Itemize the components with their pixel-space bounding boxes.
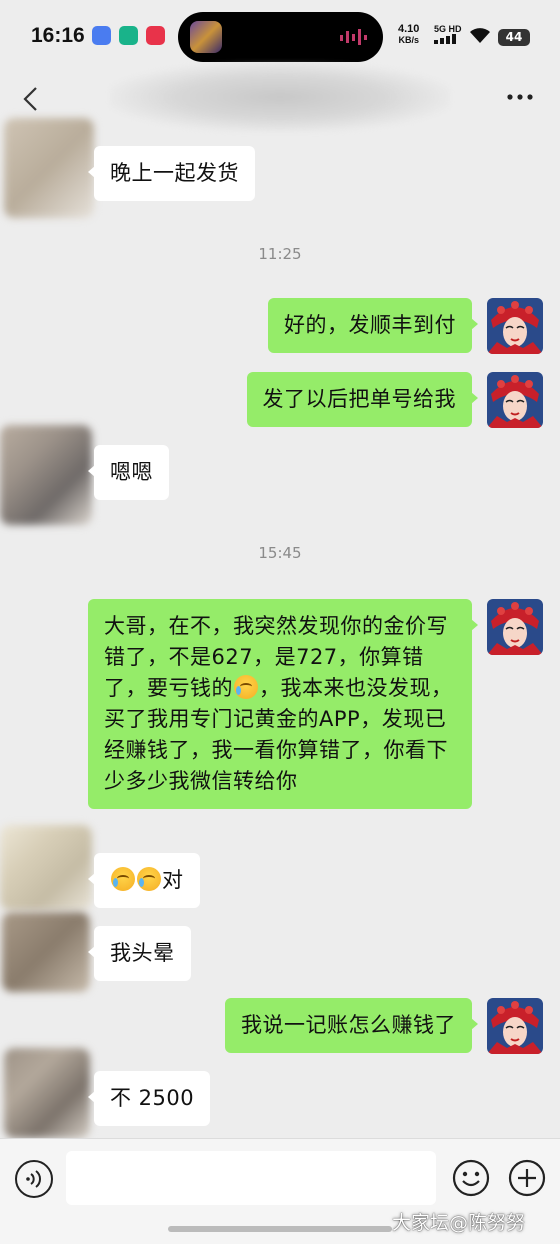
message-text: 我说一记账怎么赚钱了 bbox=[241, 1013, 456, 1037]
message-text: 不 2500 bbox=[110, 1086, 195, 1110]
self-avatar[interactable] bbox=[487, 372, 543, 428]
message-bubble[interactable]: 大哥，在不，我突然发现你的金价写错了，不是627，是727，你算错了，要亏钱的，… bbox=[88, 599, 478, 809]
app-notification-icon bbox=[92, 26, 111, 45]
contact-avatar[interactable] bbox=[4, 1048, 90, 1138]
battery-icon: 44 bbox=[498, 29, 530, 46]
message-text: 晚上一起发货 bbox=[110, 161, 239, 185]
message-input[interactable] bbox=[66, 1151, 436, 1205]
message-bubble[interactable]: 晚上一起发货 bbox=[88, 146, 255, 201]
app-notification-icon bbox=[119, 26, 138, 45]
opera-avatar-icon bbox=[487, 998, 543, 1054]
voice-icon[interactable] bbox=[15, 1160, 53, 1198]
dynamic-island[interactable] bbox=[178, 12, 383, 62]
network-speed: 4.10 KB/s bbox=[398, 24, 419, 46]
signal-icon bbox=[434, 34, 456, 44]
contact-avatar[interactable] bbox=[2, 912, 90, 992]
contact-avatar[interactable] bbox=[0, 825, 92, 910]
app-notification-icon bbox=[146, 26, 165, 45]
laugh-cry-emoji-icon bbox=[137, 867, 161, 891]
laugh-cry-emoji-icon bbox=[234, 675, 258, 699]
message-bubble[interactable]: 发了以后把单号给我 bbox=[246, 372, 478, 427]
message-text: 嗯嗯 bbox=[110, 460, 153, 484]
opera-avatar-icon bbox=[487, 298, 543, 354]
network-label: 5G HD bbox=[434, 24, 462, 34]
message-timestamp: 11:25 bbox=[258, 245, 302, 263]
self-avatar[interactable] bbox=[487, 998, 543, 1054]
voice-wave-icon bbox=[26, 1170, 41, 1188]
music-cover-icon bbox=[190, 21, 222, 53]
more-dots-icon[interactable] bbox=[506, 92, 534, 102]
message-bubble[interactable]: 对 bbox=[88, 853, 200, 908]
message-text: 好的，发顺丰到付 bbox=[284, 313, 456, 337]
home-indicator[interactable] bbox=[168, 1226, 392, 1232]
emoji-icon[interactable] bbox=[452, 1159, 490, 1197]
laugh-cry-emoji-icon bbox=[111, 867, 135, 891]
message-text: 我头晕 bbox=[110, 941, 175, 965]
chevron-left-icon[interactable] bbox=[20, 86, 42, 112]
contact-avatar[interactable] bbox=[4, 118, 94, 218]
message-bubble[interactable]: 嗯嗯 bbox=[88, 445, 169, 500]
network-type: 5G HD bbox=[434, 24, 462, 46]
message-bubble[interactable]: 我说一记账怎么赚钱了 bbox=[225, 998, 478, 1053]
message-text: 对 bbox=[162, 868, 184, 892]
self-avatar[interactable] bbox=[487, 298, 543, 354]
network-speed-value: 4.10 bbox=[398, 23, 420, 35]
self-avatar[interactable] bbox=[487, 599, 543, 655]
opera-avatar-icon bbox=[487, 599, 543, 655]
status-time: 16:16 bbox=[31, 24, 85, 47]
chat-header bbox=[0, 62, 560, 132]
message-bubble[interactable]: 我头晕 bbox=[88, 926, 191, 981]
watermark: 大家坛@陈努努 bbox=[392, 1212, 526, 1234]
chat-title-blurred bbox=[110, 62, 450, 132]
message-bubble[interactable]: 好的，发顺丰到付 bbox=[268, 298, 478, 353]
network-speed-unit: KB/s bbox=[398, 35, 419, 45]
contact-avatar[interactable] bbox=[0, 425, 92, 525]
message-bubble[interactable]: 不 2500 bbox=[87, 1071, 211, 1126]
audio-wave-icon bbox=[340, 29, 367, 45]
wifi-icon bbox=[470, 28, 490, 43]
opera-avatar-icon bbox=[487, 372, 543, 428]
message-timestamp: 15:45 bbox=[258, 544, 302, 562]
plus-icon[interactable] bbox=[508, 1159, 546, 1197]
message-text: 发了以后把单号给我 bbox=[262, 387, 456, 411]
